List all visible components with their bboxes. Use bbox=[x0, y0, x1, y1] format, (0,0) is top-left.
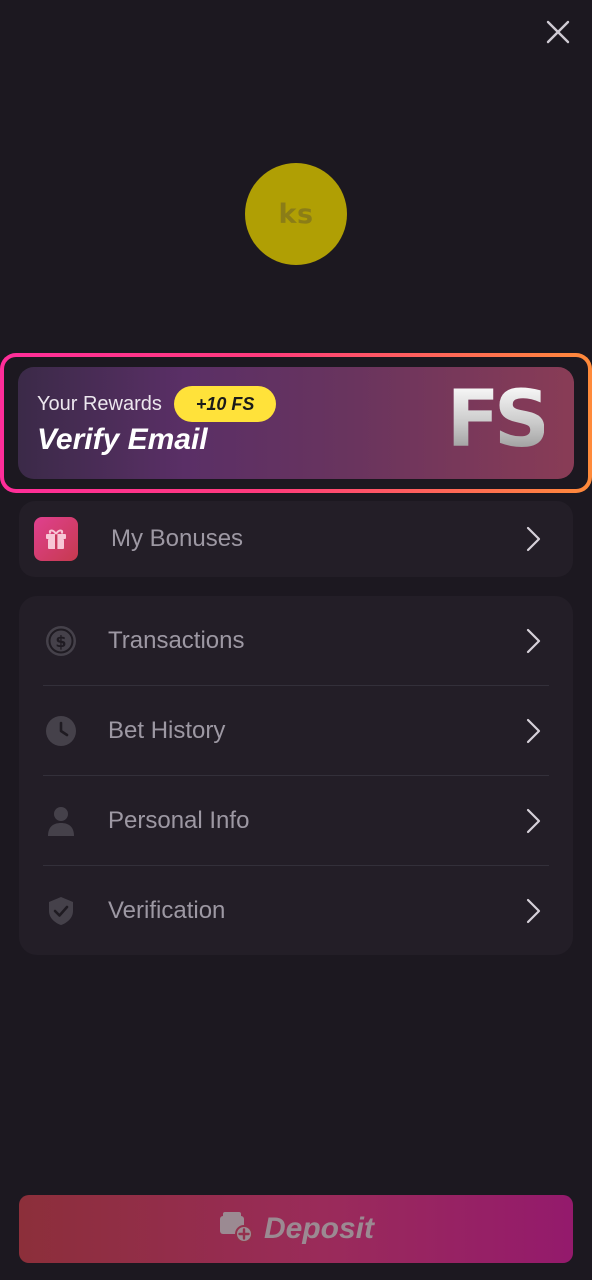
menu-item-bet-history[interactable]: Bet History bbox=[19, 686, 573, 775]
deposit-label: Deposit bbox=[263, 1212, 374, 1245]
menu-item-label: Bet History bbox=[108, 716, 226, 744]
menu-item-label: Verification bbox=[108, 896, 226, 924]
chevron-right-icon bbox=[523, 525, 543, 553]
menu-item-transactions[interactable]: $ Transactions bbox=[19, 596, 573, 685]
close-button[interactable] bbox=[540, 16, 576, 52]
menu-item-label: Personal Info bbox=[108, 806, 250, 834]
svg-text:$: $ bbox=[55, 632, 66, 651]
rewards-badge: +10 FS bbox=[173, 386, 277, 422]
close-icon bbox=[545, 19, 571, 50]
avatar[interactable]: ks bbox=[245, 163, 347, 265]
verify-email-link[interactable]: Verify Email bbox=[37, 423, 208, 457]
chevron-right-icon bbox=[523, 807, 543, 835]
account-menu: $ Transactions Bet History Personal Info… bbox=[19, 596, 573, 955]
my-bonuses-label: My Bonuses bbox=[111, 525, 244, 552]
rewards-banner[interactable]: Your Rewards +10 FS Verify Email FS bbox=[0, 353, 592, 493]
gift-icon bbox=[34, 517, 78, 561]
menu-item-personal-info[interactable]: Personal Info bbox=[19, 776, 573, 865]
user-icon bbox=[44, 804, 78, 838]
chevron-right-icon bbox=[523, 717, 543, 745]
shield-check-icon bbox=[44, 894, 78, 928]
menu-item-verification[interactable]: Verification bbox=[19, 866, 573, 955]
chevron-right-icon bbox=[523, 897, 543, 925]
rewards-card[interactable]: Your Rewards +10 FS Verify Email FS bbox=[18, 367, 574, 479]
avatar-initials: ks bbox=[278, 198, 314, 230]
deposit-button[interactable]: Deposit bbox=[19, 1195, 573, 1263]
dollar-circle-icon: $ bbox=[44, 624, 78, 658]
wallet-plus-icon bbox=[218, 1210, 254, 1249]
clock-icon bbox=[44, 714, 78, 748]
fs-logo: FS bbox=[446, 375, 550, 465]
menu-item-label: Transactions bbox=[108, 626, 245, 654]
my-bonuses-button[interactable]: My Bonuses bbox=[19, 501, 573, 577]
chevron-right-icon bbox=[523, 627, 543, 655]
rewards-label: Your Rewards bbox=[37, 392, 162, 415]
